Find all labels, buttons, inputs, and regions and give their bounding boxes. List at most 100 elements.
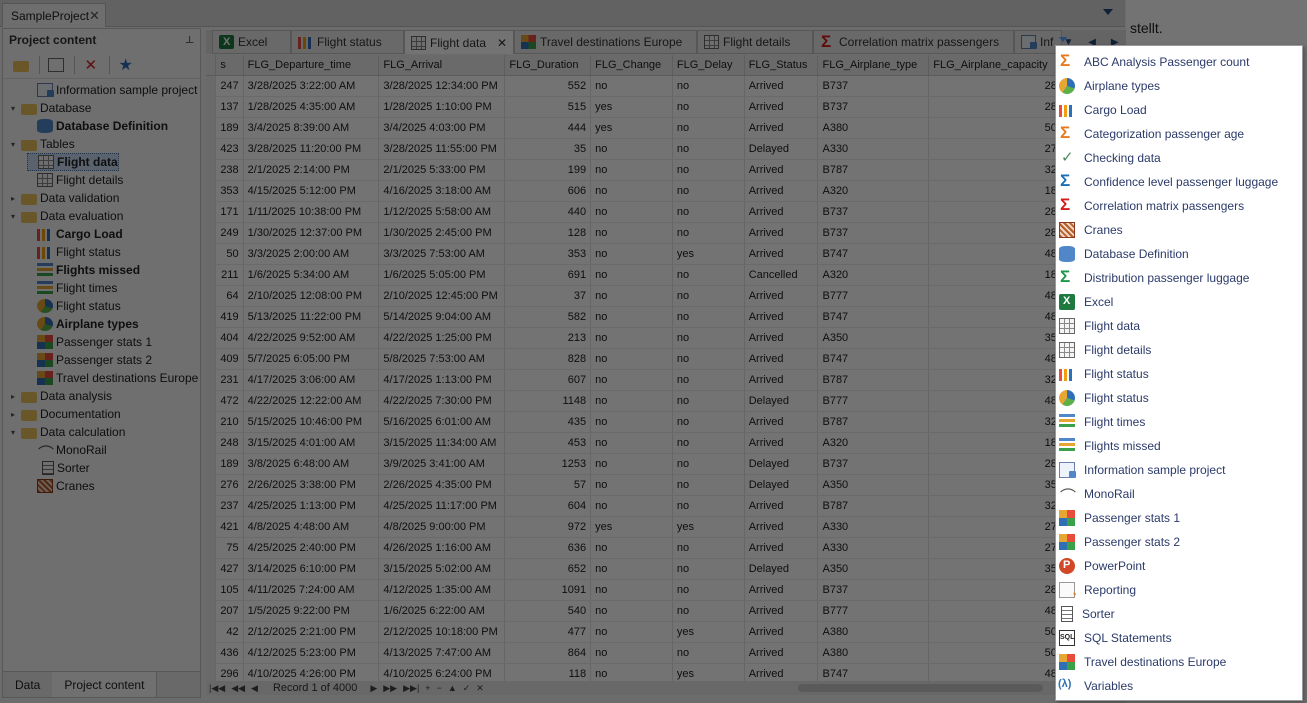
cell-flg-duration[interactable]: 1253 xyxy=(504,453,592,475)
cell-flg-airplane-capacity[interactable]: 180 xyxy=(928,432,1068,454)
table-row[interactable]: 427 3/14/2025 6:10:00 PM 3/15/2025 5:02:00… xyxy=(206,558,1068,580)
cell-flg-change[interactable]: no xyxy=(590,642,673,664)
table-row[interactable]: 472 4/22/2025 12:22:00 AM 4/22/2025 7:30:0… xyxy=(206,390,1068,412)
column-header-flg-change[interactable]: FLG_Change xyxy=(590,55,673,76)
cell-flg-arrival[interactable]: 2/12/2025 10:18:00 PM xyxy=(378,621,506,643)
cell-flg-status[interactable]: Delayed xyxy=(744,138,819,160)
cell-flg-arrival[interactable]: 3/15/2025 5:02:00 AM xyxy=(378,558,506,580)
row-indicator[interactable] xyxy=(206,243,217,265)
cell-flg-status[interactable]: Delayed xyxy=(744,474,819,496)
menu-item-excel[interactable]: Excel xyxy=(1056,290,1302,314)
cell-flg-duration[interactable]: 515 xyxy=(504,96,592,118)
cell-flg-duration[interactable]: 1148 xyxy=(504,390,592,412)
column-header-flg-airplane-capacity[interactable]: FLG_Airplane_capacity xyxy=(928,55,1068,76)
cell-flg-delay[interactable]: no xyxy=(672,159,745,181)
cancel-icon[interactable]: ✕ xyxy=(476,683,484,694)
cell-flg-change[interactable]: no xyxy=(590,411,673,433)
column-header-flg-departure-time[interactable]: FLG_Departure_time xyxy=(243,55,380,76)
cell-flg-airplane-type[interactable]: B747 xyxy=(817,663,930,681)
cell-s[interactable]: 427 xyxy=(215,558,244,580)
tree-item-tables[interactable]: ▾ Tables xyxy=(11,135,75,153)
table-row[interactable]: 50 3/3/2025 2:00:00 AM 3/3/2025 7:53:00 AM… xyxy=(206,243,1068,265)
cell-flg-change[interactable]: yes xyxy=(590,117,673,139)
cell-flg-departure-time[interactable]: 1/11/2025 10:38:00 PM xyxy=(243,201,380,223)
tree-item-documentation[interactable]: ▸ Documentation xyxy=(11,405,121,423)
cell-flg-departure-time[interactable]: 3/28/2025 3:22:00 AM xyxy=(243,75,380,97)
table-row[interactable]: 171 1/11/2025 10:38:00 PM 1/12/2025 5:58:0… xyxy=(206,201,1068,223)
cell-flg-departure-time[interactable]: 2/1/2025 2:14:00 PM xyxy=(243,159,380,181)
cell-flg-delay[interactable]: no xyxy=(672,453,745,475)
cell-flg-delay[interactable]: no xyxy=(672,201,745,223)
cell-flg-departure-time[interactable]: 4/12/2025 5:23:00 PM xyxy=(243,642,380,664)
menu-item-correlation-matrix-passengers[interactable]: Correlation matrix passengers xyxy=(1056,194,1302,218)
cell-flg-airplane-type[interactable]: A320 xyxy=(817,264,930,286)
tree-item-flights-missed[interactable]: Flights missed xyxy=(27,261,140,279)
menu-item-passenger-stats-2[interactable]: Passenger stats 2 xyxy=(1056,530,1302,554)
cell-flg-change[interactable]: no xyxy=(590,180,673,202)
cell-flg-duration[interactable]: 37 xyxy=(504,285,592,307)
cell-flg-delay[interactable]: no xyxy=(672,495,745,517)
cell-flg-duration[interactable]: 972 xyxy=(504,516,592,538)
cell-flg-airplane-type[interactable]: A330 xyxy=(817,537,930,559)
tab-travel-destinations-europe[interactable]: Travel destinations Europe xyxy=(514,30,697,54)
row-indicator[interactable] xyxy=(206,621,217,643)
cell-flg-airplane-type[interactable]: A380 xyxy=(817,642,930,664)
tree-item-data-calculation[interactable]: ▾ Data calculation xyxy=(11,423,125,441)
cell-flg-airplane-capacity[interactable]: 486 xyxy=(928,285,1068,307)
cell-flg-arrival[interactable]: 4/26/2025 1:16:00 AM xyxy=(378,537,506,559)
cell-flg-duration[interactable]: 435 xyxy=(504,411,592,433)
menu-item-categorization-passenger-age[interactable]: Categorization passenger age xyxy=(1056,122,1302,146)
expand-arrow-icon[interactable]: ▸ xyxy=(11,194,21,203)
cell-flg-arrival[interactable]: 3/9/2025 3:41:00 AM xyxy=(378,453,506,475)
cell-s[interactable]: 171 xyxy=(215,201,244,223)
cell-flg-departure-time[interactable]: 4/15/2025 5:12:00 PM xyxy=(243,180,380,202)
cell-flg-airplane-type[interactable]: A320 xyxy=(817,180,930,202)
cell-flg-airplane-type[interactable]: B787 xyxy=(817,495,930,517)
menu-item-sorter[interactable]: Sorter xyxy=(1056,602,1302,626)
cell-flg-airplane-capacity[interactable]: 350 xyxy=(928,558,1068,580)
project-document-tab[interactable]: SampleProject ✕ xyxy=(2,3,106,27)
cell-flg-airplane-type[interactable]: B777 xyxy=(817,600,930,622)
row-indicator[interactable] xyxy=(206,558,217,580)
cell-flg-duration[interactable]: 35 xyxy=(504,138,592,160)
cell-flg-airplane-type[interactable]: B737 xyxy=(817,579,930,601)
chevron-down-icon[interactable] xyxy=(1103,9,1113,15)
tree-item-data-evaluation[interactable]: ▾ Data evaluation xyxy=(11,207,123,225)
cell-s[interactable]: 248 xyxy=(215,432,244,454)
row-indicator[interactable] xyxy=(206,600,217,622)
cell-flg-duration[interactable]: 864 xyxy=(504,642,592,664)
cell-flg-arrival[interactable]: 3/28/2025 12:34:00 PM xyxy=(378,75,506,97)
cell-flg-arrival[interactable]: 5/8/2025 7:53:00 AM xyxy=(378,348,506,370)
cell-flg-delay[interactable]: yes xyxy=(672,516,745,538)
cell-s[interactable]: 231 xyxy=(215,369,244,391)
cell-flg-change[interactable]: no xyxy=(590,348,673,370)
cell-flg-status[interactable]: Arrived xyxy=(744,600,819,622)
cell-flg-status[interactable]: Delayed xyxy=(744,390,819,412)
cell-flg-delay[interactable]: no xyxy=(672,600,745,622)
table-row[interactable]: 276 2/26/2025 3:38:00 PM 2/26/2025 4:35:00… xyxy=(206,474,1068,496)
delete-button[interactable] xyxy=(79,54,105,76)
cell-flg-change[interactable]: no xyxy=(590,621,673,643)
cell-flg-delay[interactable]: no xyxy=(672,285,745,307)
cell-flg-change[interactable]: no xyxy=(590,537,673,559)
cell-flg-departure-time[interactable]: 1/28/2025 4:35:00 AM xyxy=(243,96,380,118)
cell-s[interactable]: 207 xyxy=(215,600,244,622)
cell-flg-departure-time[interactable]: 4/11/2025 7:24:00 AM xyxy=(243,579,380,601)
row-indicator[interactable] xyxy=(206,642,217,664)
row-indicator[interactable] xyxy=(206,663,217,681)
table-row[interactable]: 207 1/5/2025 9:22:00 PM 1/6/2025 6:22:00 A… xyxy=(206,600,1068,622)
tree-item-information-sample-project[interactable]: Information sample project xyxy=(27,81,197,99)
cell-flg-change[interactable]: no xyxy=(590,663,673,681)
cell-flg-change[interactable]: yes xyxy=(590,516,673,538)
menu-item-flight-status[interactable]: Flight status xyxy=(1056,362,1302,386)
cell-flg-duration[interactable]: 604 xyxy=(504,495,592,517)
cell-flg-duration[interactable]: 691 xyxy=(504,264,592,286)
cell-flg-duration[interactable]: 118 xyxy=(504,663,592,681)
cell-flg-arrival[interactable]: 4/10/2025 6:24:00 PM xyxy=(378,663,506,681)
menu-item-distribution-passenger-luggage[interactable]: Distribution passenger luggage xyxy=(1056,266,1302,290)
cell-s[interactable]: 189 xyxy=(215,453,244,475)
cell-flg-delay[interactable]: no xyxy=(672,579,745,601)
cell-flg-status[interactable]: Arrived xyxy=(744,285,819,307)
cell-flg-duration[interactable]: 828 xyxy=(504,348,592,370)
cell-flg-arrival[interactable]: 4/22/2025 7:30:00 PM xyxy=(378,390,506,412)
